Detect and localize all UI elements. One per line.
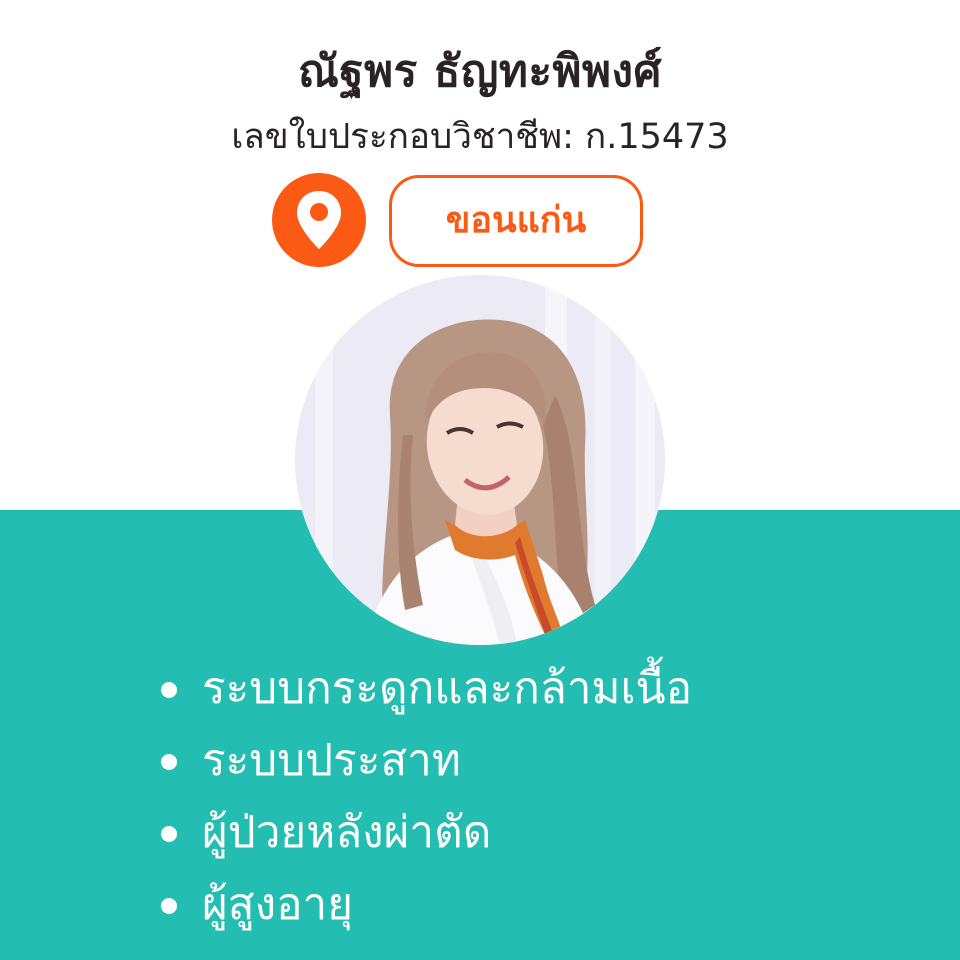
specialty-label: ผู้ป่วยหลังผ่าตัด [202, 807, 492, 858]
location-badge: ขอนแก่น [389, 175, 643, 267]
profile-photo [295, 275, 665, 645]
bullet-icon [161, 754, 177, 770]
list-item: ระบบกระดูกและกล้ามเนื้อ [152, 655, 692, 727]
map-pin-icon [272, 173, 366, 267]
list-item: ผู้สูงอายุ [152, 871, 692, 943]
specialty-label: ระบบประสาท [202, 735, 461, 786]
specialty-label: ผู้สูงอายุ [202, 879, 354, 930]
license-number: เลขใบประกอบวิชาชีพ: ก.15473 [231, 117, 729, 157]
list-item: ผู้ป่วยหลังผ่าตัด [152, 799, 692, 871]
specialty-label: ระบบกระดูกและกล้ามเนื้อ [202, 663, 693, 714]
bullet-icon [161, 826, 177, 842]
bullet-icon [161, 898, 177, 914]
bullet-icon [161, 682, 177, 698]
list-item: ระบบประสาท [152, 727, 692, 799]
therapist-name: ณัฐพร ธัญทะพิพงศ์ [298, 46, 662, 97]
specialty-list: ระบบกระดูกและกล้ามเนื้อ ระบบประสาท ผู้ป่… [152, 655, 692, 943]
